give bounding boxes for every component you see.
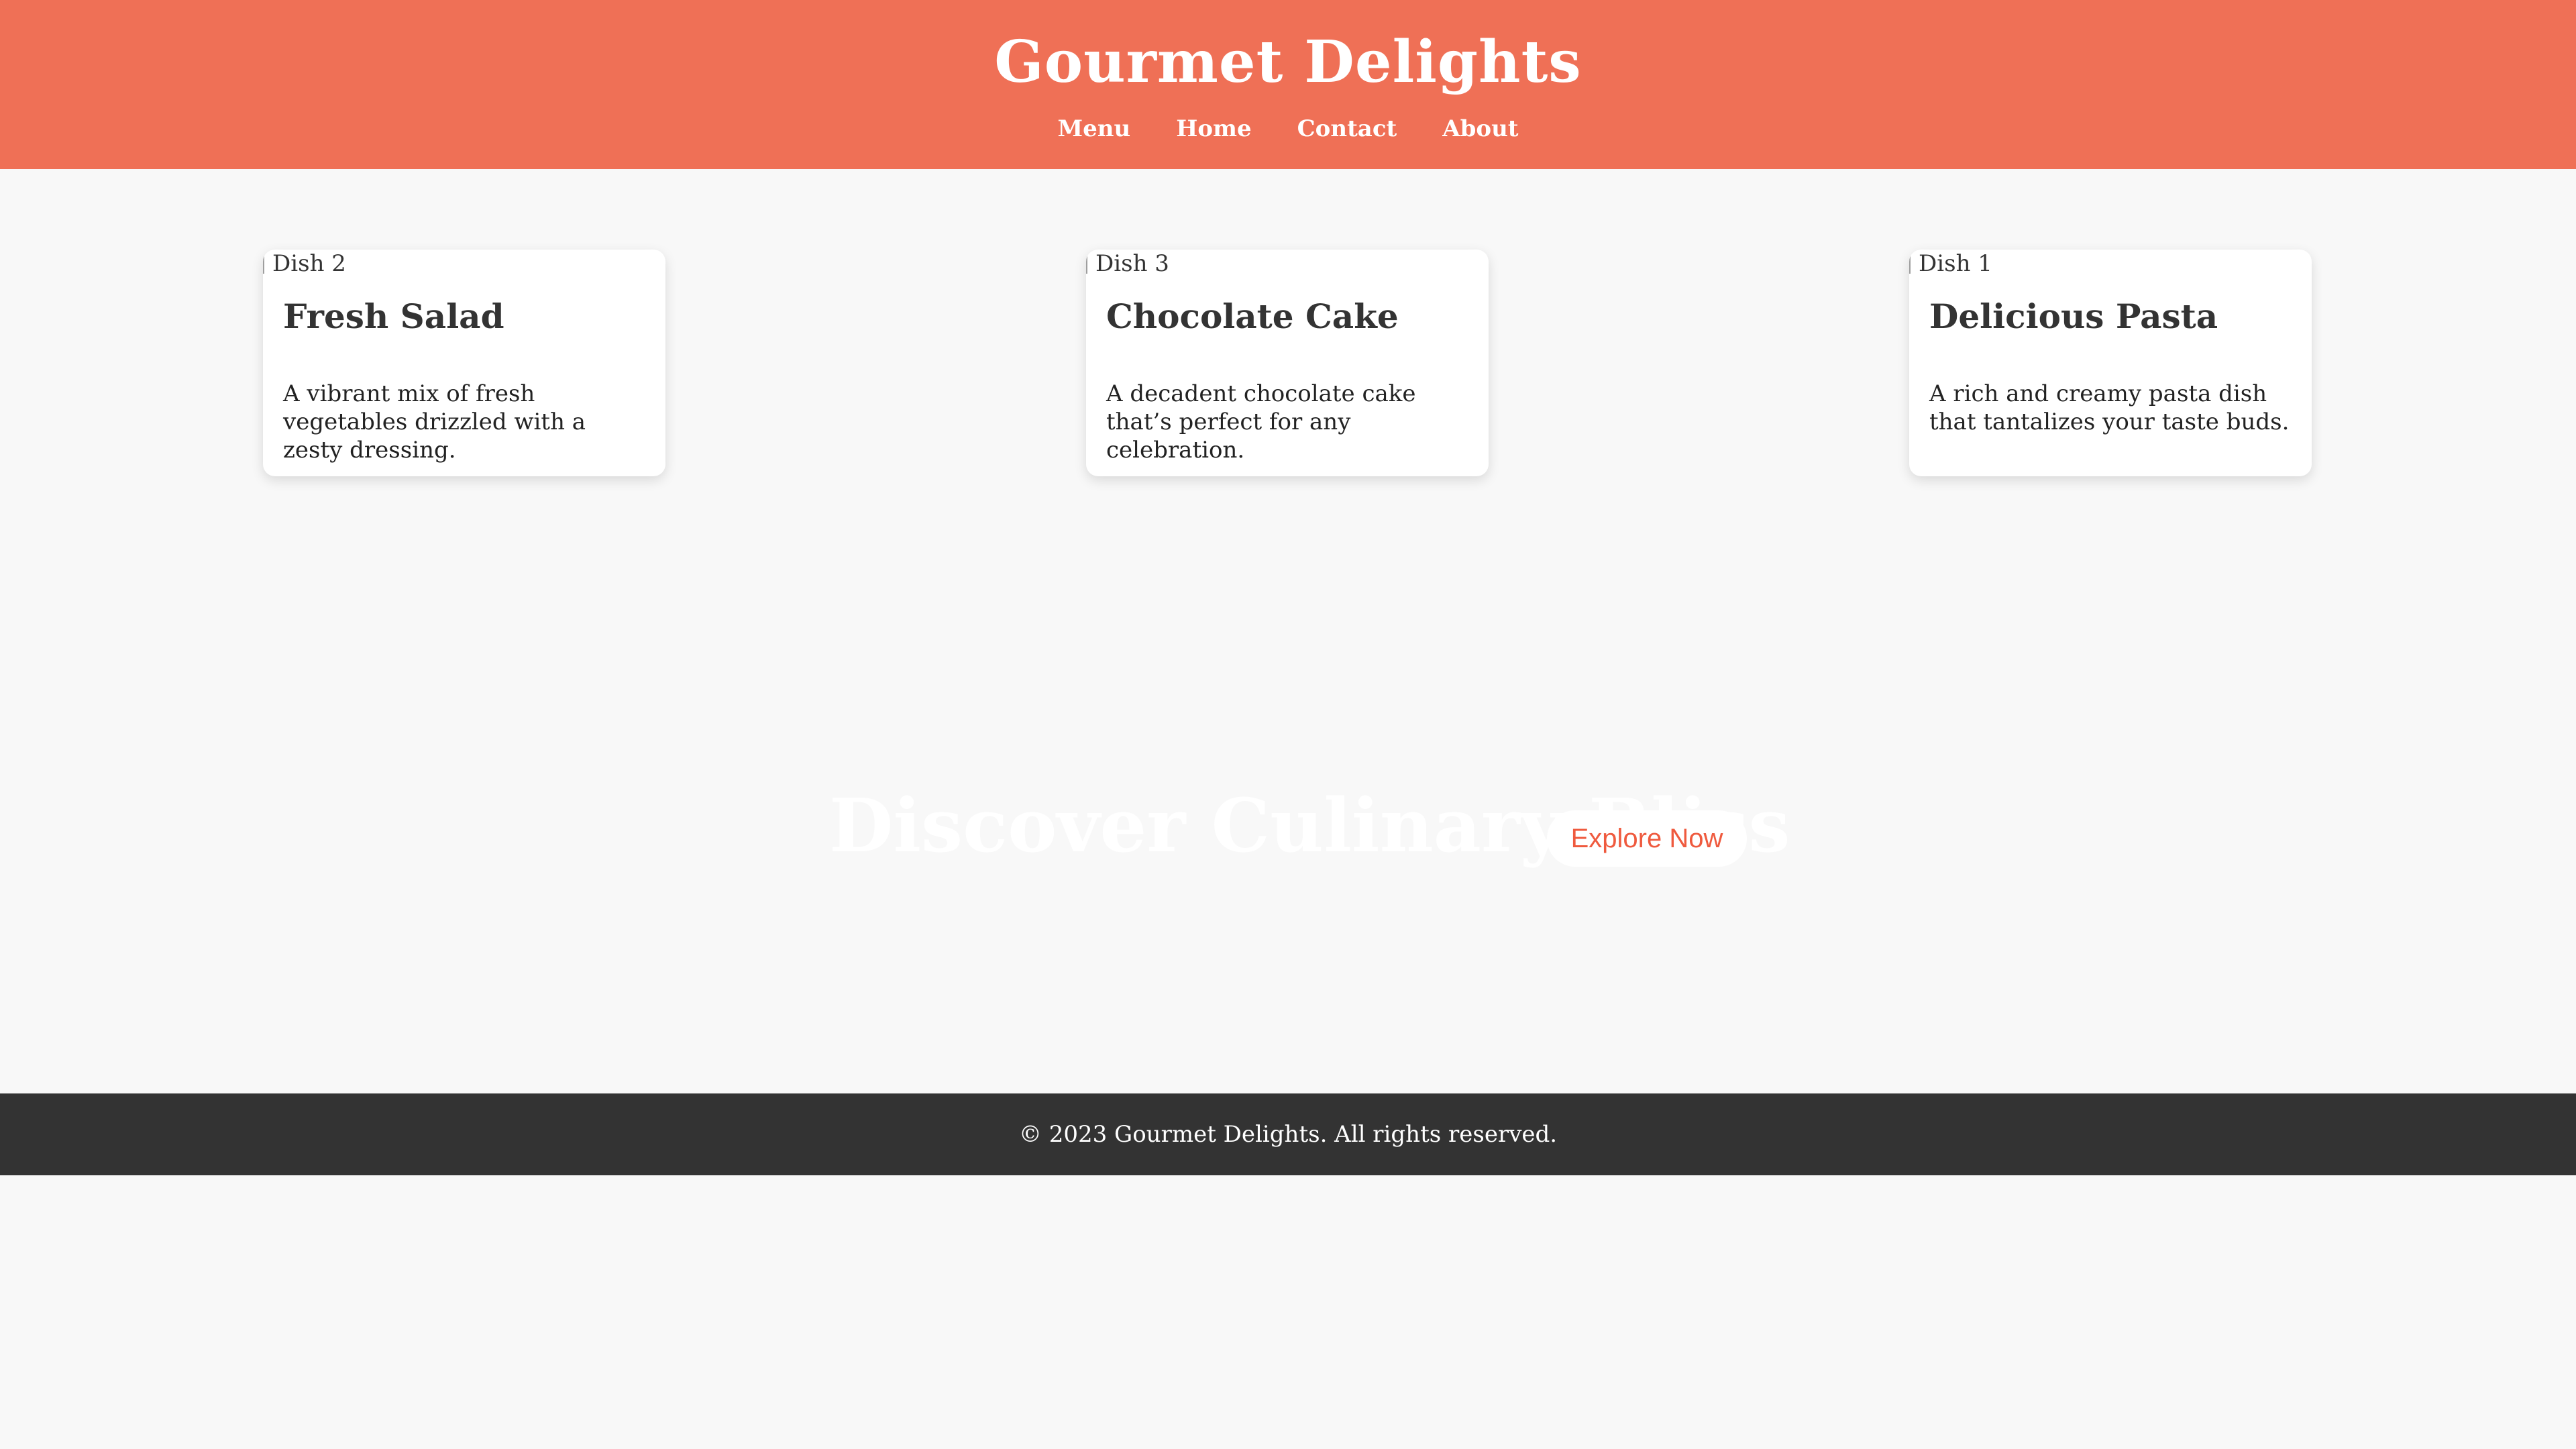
dish-description: A rich and creamy pasta dish that tantal… — [1929, 380, 2290, 435]
site-footer: © 2023 Gourmet Delights. All rights rese… — [0, 1093, 2576, 1175]
nav-link-about[interactable]: About — [1442, 113, 1518, 145]
site-title: Gourmet Delights — [994, 28, 1582, 96]
copyright-text: © 2023 Gourmet Delights. All rights rese… — [1018, 1121, 1558, 1148]
dish-description: A vibrant mix of fresh vegetables drizzl… — [283, 380, 586, 464]
nav-link-home[interactable]: Home — [1176, 113, 1251, 145]
broken-image-icon — [263, 254, 272, 274]
nav-link-contact[interactable]: Contact — [1297, 113, 1397, 145]
dish-title: Chocolate Cake — [1106, 297, 1399, 336]
dish-image-alt: Dish 1 — [1919, 250, 1992, 277]
dish-card-fresh-salad: Dish 2 Fresh Salad A vibrant mix of fres… — [263, 250, 665, 476]
broken-image-icon — [1909, 254, 1919, 274]
dish-description: A decadent chocolate cake that’s perfect… — [1106, 380, 1416, 464]
broken-image-icon — [1086, 254, 1095, 274]
main-nav: Menu Home Contact About — [0, 113, 2576, 145]
dish-image: Dish 1 — [1909, 250, 1992, 278]
dish-title: Delicious Pasta — [1929, 297, 2218, 336]
dish-image: Dish 2 — [263, 250, 346, 278]
explore-now-button[interactable]: Explore Now — [1547, 810, 1747, 867]
dish-title: Fresh Salad — [283, 297, 504, 336]
dish-image-alt: Dish 2 — [272, 250, 346, 277]
site-header: Gourmet Delights Menu Home Contact About — [0, 0, 2576, 169]
dish-card-chocolate-cake: Dish 3 Chocolate Cake A decadent chocola… — [1086, 250, 1489, 476]
dish-image-alt: Dish 3 — [1095, 250, 1169, 277]
dish-card-delicious-pasta: Dish 1 Delicious Pasta A rich and creamy… — [1909, 250, 2312, 476]
dish-image: Dish 3 — [1086, 250, 1169, 278]
nav-link-menu[interactable]: Menu — [1057, 113, 1130, 145]
